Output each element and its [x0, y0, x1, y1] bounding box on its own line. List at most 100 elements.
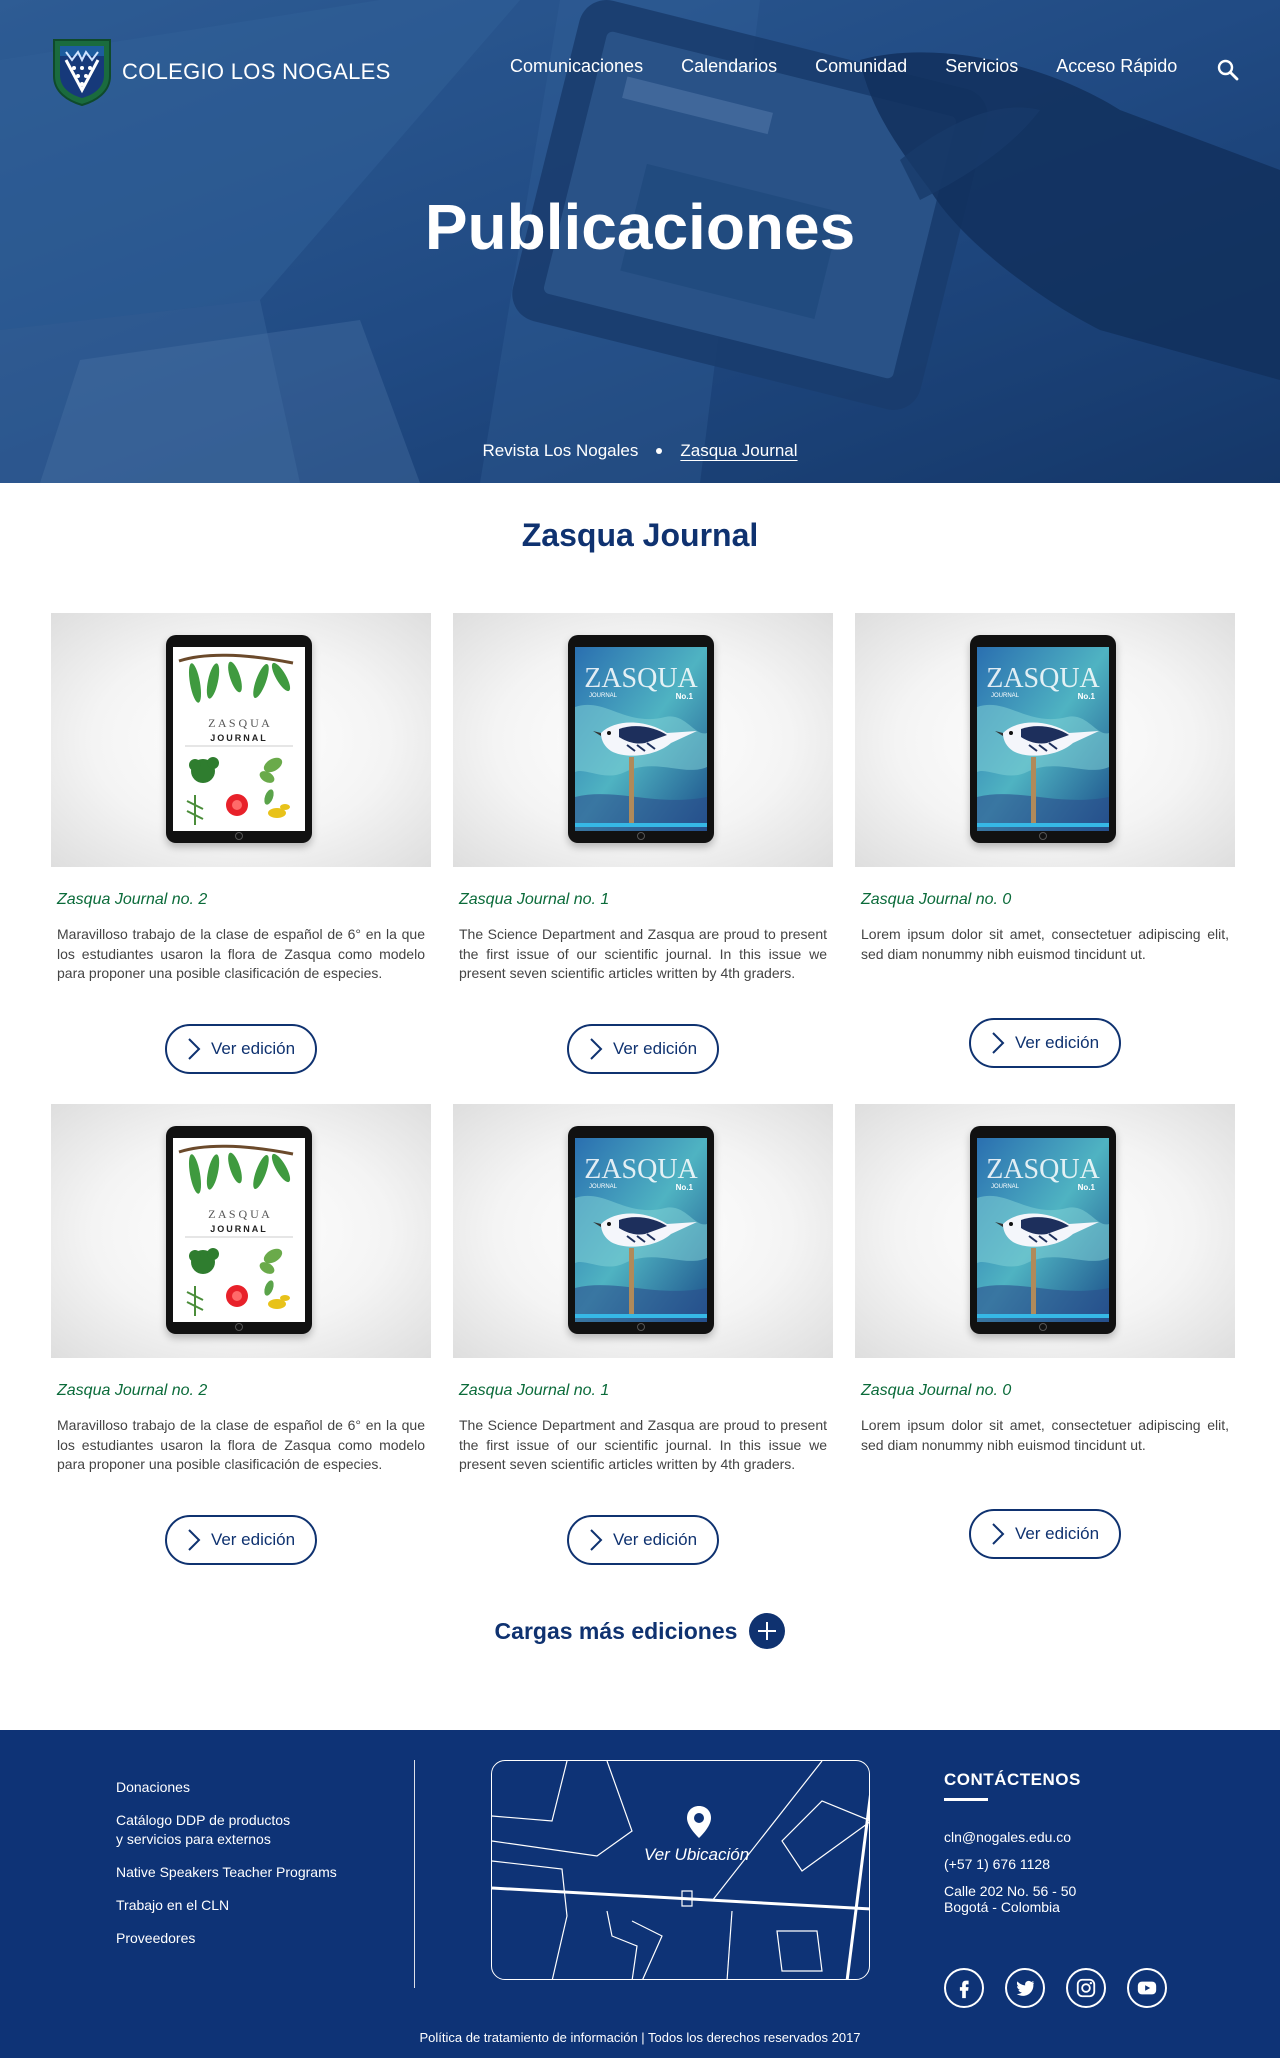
view-edition-button[interactable]: Ver edición: [969, 1018, 1121, 1068]
contact-address: Calle 202 No. 56 - 50 Bogotá - Colombia: [944, 1883, 1077, 1915]
journal-cover: ZASQUA JOURNAL No.1: [575, 1138, 707, 1322]
publication-cover-image[interactable]: ZASQUA JOURNAL No.1: [855, 613, 1235, 867]
map-label[interactable]: Ver Ubicación: [644, 1845, 749, 1865]
school-crest-icon: [53, 39, 111, 106]
publication-cover-image[interactable]: ZASQUA JOURNAL No.1: [855, 1104, 1235, 1358]
load-more[interactable]: Cargas más ediciones: [0, 1611, 1280, 1651]
publication-title[interactable]: Zasqua Journal no. 2: [57, 891, 431, 909]
footer-link-proveedores[interactable]: Proveedores: [116, 1929, 337, 1948]
svg-text:JOURNAL: JOURNAL: [991, 693, 1020, 699]
footer-divider: [414, 1760, 415, 1988]
view-edition-button[interactable]: Ver edición: [567, 1515, 719, 1565]
social-links: [944, 1968, 1188, 2008]
contact-block: CONTÁCTENOS cln@nogales.edu.co (+57 1) 6…: [944, 1770, 1081, 1925]
breadcrumb-item-revista[interactable]: Revista Los Nogales: [482, 441, 638, 461]
view-edition-button[interactable]: Ver edición: [969, 1509, 1121, 1559]
publication-description: Lorem ipsum dolor sit amet, consectetuer…: [861, 926, 1229, 962]
publication-description: Lorem ipsum dolor sit amet, consectetuer…: [861, 1417, 1229, 1453]
publication-title[interactable]: Zasqua Journal no. 1: [459, 891, 833, 909]
tablet-home-button: [637, 832, 645, 840]
publication-title[interactable]: Zasqua Journal no. 2: [57, 1382, 431, 1400]
publication-title[interactable]: Zasqua Journal no. 0: [861, 1382, 1235, 1400]
location-pin-icon: [687, 1806, 711, 1838]
breadcrumb: Revista Los Nogales Zasqua Journal: [0, 441, 1280, 461]
top-navigation: COLEGIO LOS NOGALES Comunicaciones Calen…: [0, 0, 1280, 140]
nav-item-acceso-rapido[interactable]: Acceso Rápido: [1056, 56, 1177, 77]
tablet-home-button: [235, 1323, 243, 1331]
logo-text: COLEGIO LOS NOGALES: [122, 59, 391, 84]
site-footer: Donaciones Catálogo DDP de productos y s…: [0, 1730, 1280, 2058]
chevron-right-icon: [992, 1032, 1005, 1054]
location-map[interactable]: Ver Ubicación: [491, 1760, 870, 1980]
load-more-label[interactable]: Cargas más ediciones: [495, 1618, 738, 1645]
publications-grid: Z A S Q U A JOURNAL Zasqua Journal no. 2 …: [0, 613, 1280, 1595]
footer-links: Donaciones Catálogo DDP de productos y s…: [116, 1778, 337, 1962]
view-edition-label: Ver edición: [612, 1530, 698, 1549]
contact-email[interactable]: cln@nogales.edu.co: [944, 1829, 1081, 1846]
publications-row: Z A S Q U A JOURNAL Zasqua Journal no. 2 …: [0, 613, 1280, 1104]
publication-cover-image[interactable]: ZASQUA JOURNAL No.1: [453, 1104, 833, 1358]
breadcrumb-item-current[interactable]: Zasqua Journal: [680, 441, 797, 461]
publications-row: Z A S Q U A JOURNAL Zasqua Journal no. 2 …: [0, 1104, 1280, 1595]
copyright-text[interactable]: Política de tratamiento de información |…: [0, 2030, 1280, 2045]
publication-title[interactable]: Zasqua Journal no. 1: [459, 1382, 833, 1400]
footer-link-catalogo[interactable]: Catálogo DDP de productos y servicios pa…: [116, 1811, 337, 1849]
svg-text:Z A S Q U A: Z A S Q U A: [208, 1207, 270, 1221]
svg-text:Z A S Q U A: Z A S Q U A: [208, 716, 270, 730]
chevron-right-icon: [188, 1529, 201, 1551]
tablet-mockup: Z A S Q U A JOURNAL: [166, 1126, 312, 1334]
journal-cover: Z A S Q U A JOURNAL: [173, 1138, 305, 1322]
svg-text:JOURNAL: JOURNAL: [210, 733, 268, 743]
publication-card: ZASQUA JOURNAL No.1 Zasqua Journal no. 0 L…: [855, 1104, 1235, 1595]
nav-item-comunidad[interactable]: Comunidad: [815, 56, 907, 77]
instagram-icon[interactable]: [1066, 1968, 1106, 2008]
facebook-icon[interactable]: [944, 1968, 984, 2008]
contact-title-underline: [944, 1798, 988, 1801]
journal-cover: Z A S Q U A JOURNAL: [173, 647, 305, 831]
publication-title[interactable]: Zasqua Journal no. 0: [861, 891, 1235, 909]
view-edition-button[interactable]: Ver edición: [567, 1024, 719, 1074]
tablet-home-button: [1039, 832, 1047, 840]
svg-text:No.1: No.1: [1078, 1183, 1096, 1192]
search-icon[interactable]: [1216, 58, 1240, 82]
svg-text:No.1: No.1: [676, 692, 694, 701]
contact-phone[interactable]: (+57 1) 676 1128: [944, 1856, 1081, 1873]
footer-link-donaciones[interactable]: Donaciones: [116, 1778, 337, 1797]
nav-item-comunicaciones[interactable]: Comunicaciones: [510, 56, 643, 77]
svg-text:JOURNAL: JOURNAL: [589, 1184, 618, 1190]
plus-icon[interactable]: [749, 1613, 786, 1649]
journal-cover: ZASQUA JOURNAL No.1: [575, 647, 707, 831]
contact-title: CONTÁCTENOS: [944, 1770, 1081, 1789]
view-edition-button[interactable]: Ver edición: [165, 1515, 317, 1565]
view-edition-label: Ver edición: [612, 1039, 698, 1058]
view-edition-label: Ver edición: [210, 1530, 296, 1549]
svg-text:ZASQUA: ZASQUA: [584, 663, 698, 694]
youtube-icon[interactable]: [1127, 1968, 1167, 2008]
footer-link-native-speakers[interactable]: Native Speakers Teacher Programs: [116, 1863, 337, 1882]
svg-text:No.1: No.1: [676, 1183, 694, 1192]
svg-text:ZASQUA: ZASQUA: [986, 1154, 1100, 1185]
site-logo[interactable]: COLEGIO LOS NOGALES: [52, 38, 391, 106]
svg-text:No.1: No.1: [1078, 692, 1096, 701]
publication-description: Maravilloso trabajo de la clase de españ…: [57, 926, 425, 981]
footer-link-trabajo[interactable]: Trabajo en el CLN: [116, 1896, 337, 1915]
chevron-right-icon: [590, 1038, 603, 1060]
view-edition-button[interactable]: Ver edición: [165, 1024, 317, 1074]
chevron-right-icon: [992, 1523, 1005, 1545]
nav-item-calendarios[interactable]: Calendarios: [681, 56, 777, 77]
publication-cover-image[interactable]: ZASQUA JOURNAL No.1: [453, 613, 833, 867]
nav-item-servicios[interactable]: Servicios: [945, 56, 1018, 77]
journal-cover: ZASQUA JOURNAL No.1: [977, 647, 1109, 831]
publication-card: ZASQUA JOURNAL No.1 Zasqua Journal no. 1 T…: [453, 613, 833, 1104]
publication-cover-image[interactable]: Z A S Q U A JOURNAL: [51, 1104, 431, 1358]
publication-cover-image[interactable]: Z A S Q U A JOURNAL: [51, 613, 431, 867]
publication-description: The Science Department and Zasqua are pr…: [459, 926, 827, 981]
twitter-icon[interactable]: [1005, 1968, 1045, 2008]
publication-card: Z A S Q U A JOURNAL Zasqua Journal no. 2 …: [51, 613, 431, 1104]
breadcrumb-separator: [656, 448, 663, 454]
view-edition-label: Ver edición: [210, 1039, 296, 1058]
hero-banner: COLEGIO LOS NOGALES Comunicaciones Calen…: [0, 0, 1280, 483]
tablet-mockup: ZASQUA JOURNAL No.1: [970, 1126, 1116, 1334]
chevron-right-icon: [188, 1038, 201, 1060]
svg-text:JOURNAL: JOURNAL: [991, 1184, 1020, 1190]
